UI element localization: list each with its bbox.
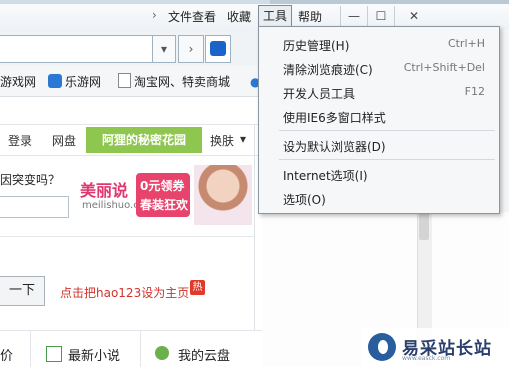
dropdown-arrow-icon[interactable]: ▾: [152, 35, 176, 63]
bottom-link-clouddisk[interactable]: 我的云盘: [178, 345, 230, 364]
menu-item-options[interactable]: 选项(O): [259, 187, 499, 209]
paw-icon: [210, 41, 226, 56]
answer-input[interactable]: [0, 196, 69, 218]
bottom-link-novels[interactable]: 最新小说: [68, 345, 120, 364]
bottom-link-price[interactable]: 价: [0, 345, 13, 364]
maximize-button[interactable]: ☐: [367, 6, 394, 26]
ad-promo-line2: 春装狂欢: [140, 198, 189, 212]
minimize-button[interactable]: —: [340, 6, 367, 26]
menu-item-history[interactable]: 历史管理(H) Ctrl+H: [259, 33, 499, 55]
divider: [0, 236, 254, 237]
set-homepage-link[interactable]: 点击把hao123设为主页: [60, 284, 189, 301]
page-icon: [118, 73, 131, 88]
divider: [140, 331, 141, 367]
menu-file[interactable]: 文件: [168, 8, 192, 25]
menu-item-clear-traces[interactable]: 清除浏览痕迹(C) Ctrl+Shift+Del: [259, 57, 499, 79]
menu-separator: [279, 130, 495, 131]
menu-item-internet-options[interactable]: Internet选项(I): [259, 163, 499, 185]
game-icon: [48, 74, 62, 88]
divider: [30, 331, 31, 367]
menu-help[interactable]: 帮助: [298, 8, 322, 25]
page-nav: 登录 网盘 阿狸的秘密花园 换肤 ▾: [0, 124, 262, 156]
menu-tools[interactable]: 工具: [258, 5, 292, 28]
bottom-links: 价 最新小说 我的云盘: [0, 330, 262, 367]
garden-button[interactable]: 阿狸的秘密花园: [86, 127, 202, 153]
next-button[interactable]: 一下: [0, 276, 45, 306]
menu-view[interactable]: 查看: [192, 8, 216, 25]
scrollbar-thumb[interactable]: [419, 212, 429, 240]
menu-item-default-browser[interactable]: 设为默认浏览器(D): [259, 134, 499, 156]
login-link[interactable]: 登录: [8, 132, 32, 149]
watermark: 易采站长站 www.easck.com: [362, 328, 509, 366]
ad-photo: [194, 165, 252, 225]
tools-menu: 历史管理(H) Ctrl+H 清除浏览痕迹(C) Ctrl+Shift+Del 开发…: [258, 26, 500, 214]
menu-separator: [279, 159, 495, 160]
skin-link[interactable]: 换肤: [210, 132, 234, 149]
menu-item-devtools[interactable]: 开发人员工具 F12: [259, 81, 499, 103]
cloud-icon: [155, 346, 169, 360]
chevron-down-icon[interactable]: ▾: [240, 132, 246, 146]
watermark-url: www.easck.com: [402, 355, 451, 362]
hot-badge: 热: [190, 280, 205, 295]
ad-promo: 0元领券 春装狂欢: [136, 173, 190, 217]
address-input[interactable]: [0, 35, 176, 63]
question-text: 因突变吗？: [0, 173, 61, 187]
menu-item-ie6-style[interactable]: 使用IE6多窗口样式: [259, 105, 499, 127]
fav-item-taobao[interactable]: 淘宝网、特卖商城: [118, 73, 230, 90]
netdisk-link[interactable]: 网盘: [52, 132, 76, 149]
ad-brand: 美丽说: [80, 181, 129, 200]
menu-favorites[interactable]: 收藏: [227, 8, 251, 25]
baidu-search-button[interactable]: [205, 35, 231, 63]
menu-nav-arrow[interactable]: ›: [152, 8, 157, 22]
ad-banner[interactable]: 美丽说 meilishuo.com 0元领券 春装狂欢: [78, 165, 254, 225]
go-forward-icon[interactable]: ›: [178, 35, 204, 63]
fav-item-games[interactable]: 游戏网: [0, 73, 36, 90]
ad-promo-line1: 0元领券: [140, 179, 185, 193]
watermark-logo-icon: [368, 333, 396, 361]
book-icon: [46, 346, 62, 362]
close-button[interactable]: ✕: [394, 6, 433, 26]
fav-item-leyou[interactable]: 乐游网: [48, 73, 101, 90]
